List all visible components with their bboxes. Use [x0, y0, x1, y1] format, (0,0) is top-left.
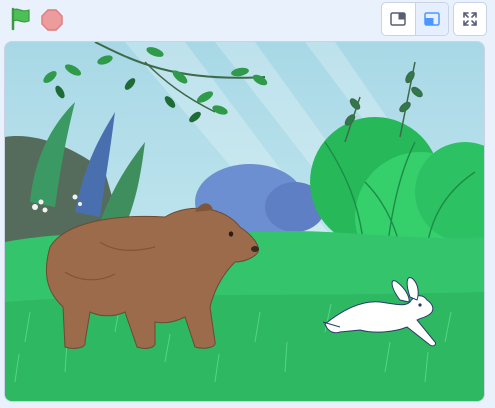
- normal-stage-button[interactable]: [414, 3, 448, 35]
- small-stage-icon: [390, 12, 406, 26]
- stop-button[interactable]: [40, 8, 64, 32]
- stage-scene: [5, 42, 484, 401]
- stage-toolbar: [0, 0, 495, 40]
- fullscreen-button[interactable]: [453, 2, 487, 36]
- stage-size-toggle: [381, 2, 449, 36]
- stop-sign-icon: [41, 9, 63, 31]
- green-flag-icon: [11, 7, 30, 31]
- small-stage-button[interactable]: [382, 3, 415, 35]
- fullscreen-icon: [463, 12, 477, 26]
- green-flag-button[interactable]: [9, 7, 33, 31]
- normal-stage-icon: [424, 12, 440, 26]
- stage[interactable]: [4, 41, 485, 402]
